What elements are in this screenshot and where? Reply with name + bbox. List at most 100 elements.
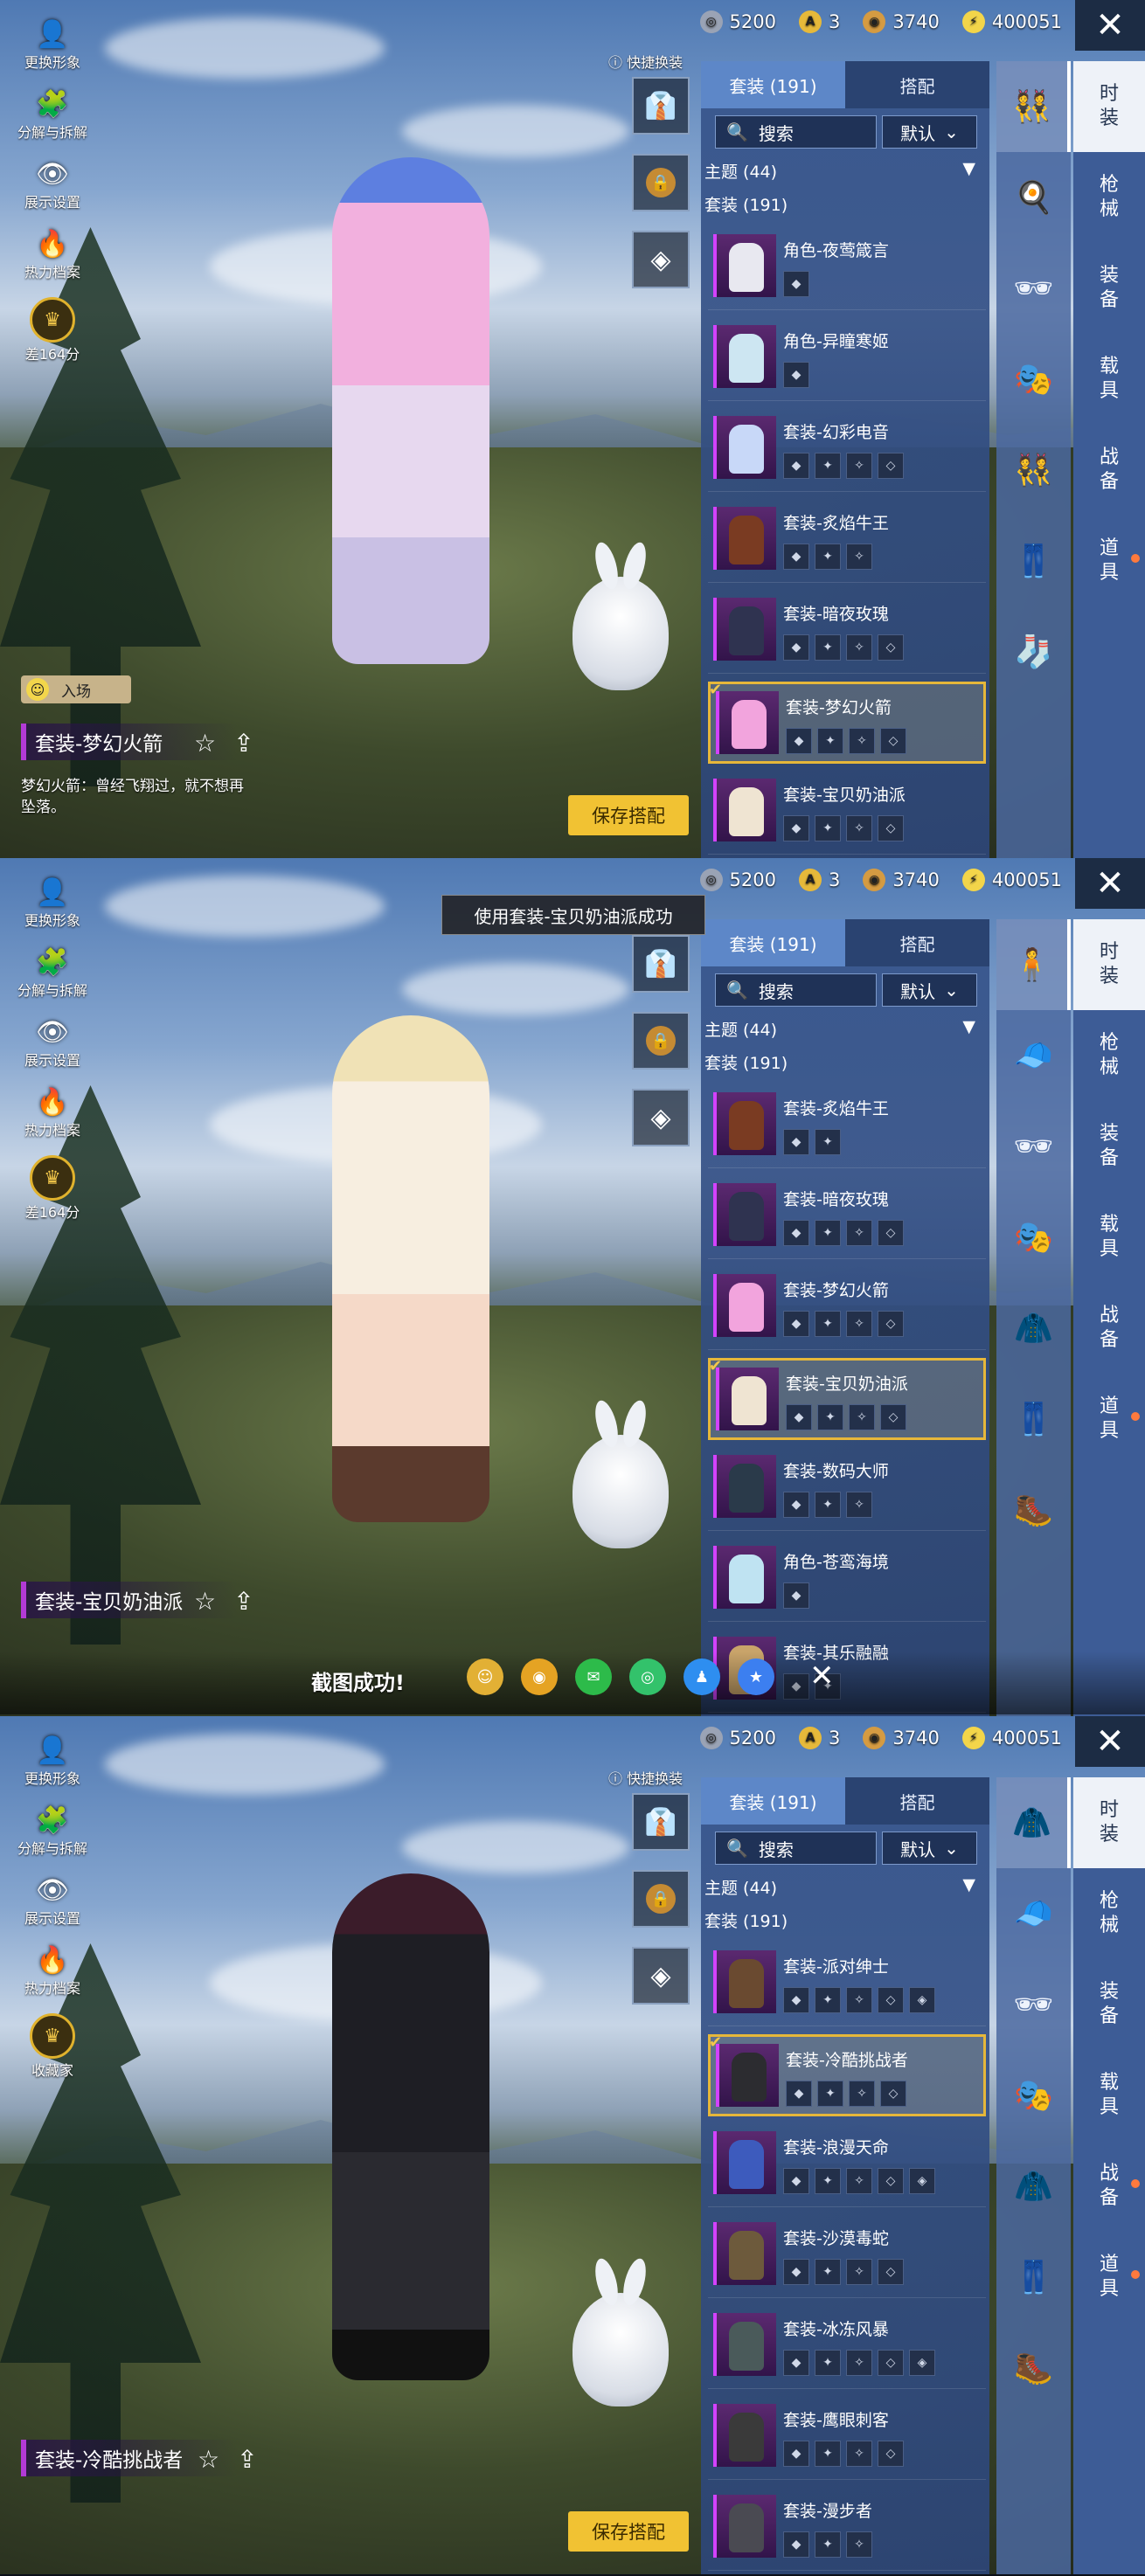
outfit-list-item[interactable]: 套装-宝贝奶油派 ◆ ✦ ✧ ◇ [708,772,986,855]
diamond-button[interactable]: ◈ [632,1089,690,1146]
nav-item[interactable]: 枪械 [1073,152,1145,243]
category-slot-icon[interactable]: 🧥 [996,2141,1071,2232]
outfit-list-item[interactable]: 角色-夜莺箴言 ◆ [708,227,986,310]
outfit-list-item[interactable]: 套装-派对绅士 ◆ ✦ ✧ ◇ ◈ [708,1943,986,2026]
sort-dropdown[interactable]: 默认 ⌄ [882,973,977,1007]
moments-icon[interactable]: ◎ [629,1658,666,1695]
category-slot-icon[interactable]: 👖 [996,2232,1071,2323]
outfit-list-item[interactable]: 套装-幻彩电音 ◆ ✦ ✧ ◇ [708,409,986,492]
nav-item[interactable]: 时装 [1073,1777,1145,1868]
star-icon[interactable]: ★ [738,1658,774,1695]
change-look-button[interactable]: 👤 更换形象 [9,876,96,930]
display-settings-button[interactable]: 👁 展示设置 [9,157,96,211]
nav-item[interactable]: 战备 [1073,425,1145,516]
category-slot-icon[interactable]: 👖 [996,1374,1071,1465]
outfit-list-item[interactable]: 套装-暗夜玫瑰 ◆ ✦ ✧ ◇ [708,591,986,674]
nav-item[interactable]: 道具 [1073,2232,1145,2323]
rank-badge[interactable]: ♛ 收藏家 [9,2013,96,2080]
outfit-list-item[interactable]: 套装-梦幻火箭 ◆ ✦ ✧ ◇ [708,1267,986,1350]
category-slot-icon[interactable]: 👖 [996,516,1071,606]
player-character[interactable] [332,1873,489,2380]
share-icon[interactable]: ⇪ [237,2445,257,2474]
outfit-list-item[interactable]: ✔ 套装-宝贝奶油派 ◆ ✦ ✧ ◇ [708,1357,986,1440]
heat-archive-button[interactable]: 🔥 热力档案 [9,227,96,281]
wardrobe-button[interactable]: 👔 [632,1793,690,1851]
sort-dropdown[interactable]: 默认 ⌄ [882,1832,977,1865]
decompose-button[interactable]: 🧩 分解与拆解 [9,1804,96,1858]
category-slot-icon[interactable]: 🧥 [996,1283,1071,1374]
rank-badge[interactable]: ♛ 差164分 [9,297,96,364]
player-character[interactable] [332,1015,489,1522]
category-slot-icon[interactable]: 🕶 [996,1101,1071,1192]
decompose-button[interactable]: 🧩 分解与拆解 [9,87,96,142]
outfit-list-item[interactable]: 套装-漫步者 ◆ ✦ ✧ [708,2488,986,2571]
category-slot-icon[interactable]: 🕶 [996,1959,1071,2050]
category-slot-icon[interactable]: 👯 [996,425,1071,516]
topic-filter[interactable]: 主题 (44) ▼ [704,159,975,183]
rank-badge[interactable]: ♛ 差164分 [9,1155,96,1222]
tab-suits[interactable]: 套装 (191) [701,919,845,966]
topic-filter[interactable]: 主题 (44) ▼ [704,1875,975,1899]
share-icon[interactable]: ⇪ [233,1587,253,1616]
wardrobe-button[interactable]: 👔 [632,935,690,993]
close-button[interactable]: ✕ [1075,858,1145,909]
heat-archive-button[interactable]: 🔥 热力档案 [9,1085,96,1139]
outfit-list-item[interactable]: 套装-暗夜玫瑰 ◆ ✦ ✧ ◇ [708,1176,986,1259]
category-slot-icon[interactable]: 🧢 [996,1010,1071,1101]
outfit-list-item[interactable]: ✔ 套装-梦幻火箭 ◆ ✦ ✧ ◇ [708,681,986,764]
locked-slot-button[interactable]: 🔒 [632,1870,690,1928]
share-icon[interactable]: ⇪ [233,729,253,758]
favorite-star-icon[interactable]: ☆ [194,1587,216,1616]
display-settings-button[interactable]: 👁 展示设置 [9,1015,96,1070]
nav-item[interactable]: 枪械 [1073,1868,1145,1959]
outfit-list-item[interactable]: 套装-浪漫天命 ◆ ✦ ✧ ◇ ◈ [708,2124,986,2207]
outfit-list-item[interactable]: 套装-沙漠毒蛇 ◆ ✦ ✧ ◇ [708,2215,986,2298]
category-slot-icon[interactable]: 🎭 [996,1192,1071,1283]
nav-item[interactable]: 载具 [1073,1192,1145,1283]
save-outfit-button[interactable]: 保存搭配 [568,2511,689,2552]
nav-item[interactable]: 载具 [1073,334,1145,425]
locked-slot-button[interactable]: 🔒 [632,154,690,211]
search-input[interactable]: 🔍 搜索 [715,973,878,1007]
tab-match[interactable]: 搭配 [845,919,989,966]
outfit-list-item[interactable]: 套装-炙焰牛王 ◆ ✦ [708,1085,986,1168]
outfit-list-item[interactable]: 套装-鹰眼刺客 ◆ ✦ ✧ ◇ [708,2397,986,2480]
outfit-list-item[interactable]: 角色-苍鸾海境 ◆ [708,1539,986,1622]
outfit-list-item[interactable]: 套装-冰冻风暴 ◆ ✦ ✧ ◇ ◈ [708,2306,986,2389]
display-settings-button[interactable]: 👁 展示设置 [9,1873,96,1928]
category-slot-icon[interactable]: 🎭 [996,2050,1071,2141]
save-outfit-button[interactable]: 保存搭配 [568,795,689,835]
nav-item[interactable]: 战备 [1073,1283,1145,1374]
wardrobe-button[interactable]: 👔 [632,77,690,135]
qq-icon[interactable]: ♟ [684,1658,720,1695]
favorite-star-icon[interactable]: ☆ [194,729,216,758]
outfit-list-item[interactable]: 套装-数码大师 ◆ ✦ ✧ [708,1448,986,1531]
search-input[interactable]: 🔍 搜索 [715,115,878,149]
nav-item[interactable]: 装备 [1073,1101,1145,1192]
nav-item[interactable]: 道具 [1073,516,1145,606]
close-button[interactable]: ✕ [1075,1716,1145,1767]
category-slot-icon[interactable]: 🧍 [996,919,1071,1010]
diamond-button[interactable]: ◈ [632,1947,690,2005]
search-input[interactable]: 🔍 搜索 [715,1832,878,1865]
tab-suits[interactable]: 套装 (191) [701,61,845,108]
topic-filter[interactable]: 主题 (44) ▼ [704,1017,975,1041]
outfit-list-item[interactable]: ✔ 套装-冷酷挑战者 ◆ ✦ ✧ ◇ [708,2033,986,2116]
heat-archive-button[interactable]: 🔥 热力档案 [9,1943,96,1998]
nav-item[interactable]: 时装 [1073,61,1145,152]
tab-match[interactable]: 搭配 [845,61,989,108]
category-slot-icon[interactable]: 🧥 [996,1777,1071,1868]
nav-item[interactable]: 枪械 [1073,1010,1145,1101]
category-slot-icon[interactable]: 🧢 [996,1868,1071,1959]
close-share-icon[interactable]: ✕ [809,1658,835,1693]
category-slot-icon[interactable]: 🕶 [996,243,1071,334]
nav-item[interactable]: 战备 [1073,2141,1145,2232]
close-button[interactable]: ✕ [1075,0,1145,51]
nav-item[interactable]: 时装 [1073,919,1145,1010]
diamond-button[interactable]: ◈ [632,231,690,288]
category-slot-icon[interactable]: 🍳 [996,152,1071,243]
outfit-list-item[interactable]: 套装-炙焰牛王 ◆ ✦ ✧ [708,500,986,583]
locked-slot-button[interactable]: 🔒 [632,1012,690,1070]
entry-animation-chip[interactable]: ☺ 入场 [21,675,131,703]
share-target-icon[interactable]: ◉ [521,1658,558,1695]
